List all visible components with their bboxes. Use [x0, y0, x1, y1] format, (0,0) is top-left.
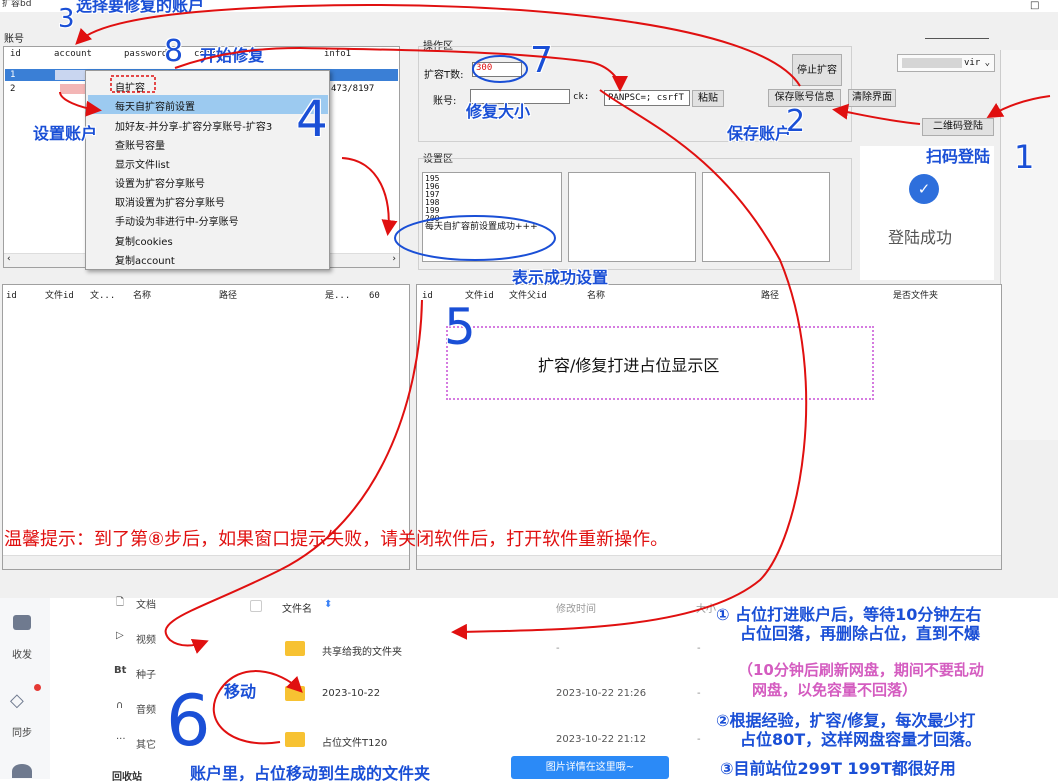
arrow-to-save [832, 103, 921, 125]
annotation-overlay [59, 4, 1051, 745]
ellipse-expand-input [472, 55, 528, 83]
ellipse-log-success [394, 215, 556, 261]
arrow-to-qr [986, 95, 1051, 119]
dashed-box-self-expand [110, 75, 156, 93]
arrow-to-menu [59, 91, 102, 117]
arrow-move [212, 670, 303, 745]
arrow-start-repair [174, 46, 628, 92]
arrow-to-netdisk [451, 89, 808, 640]
arrow-to-log [341, 157, 398, 236]
arrow-display-to-folder [164, 299, 423, 654]
arrow-to-accounts [75, 4, 801, 87]
